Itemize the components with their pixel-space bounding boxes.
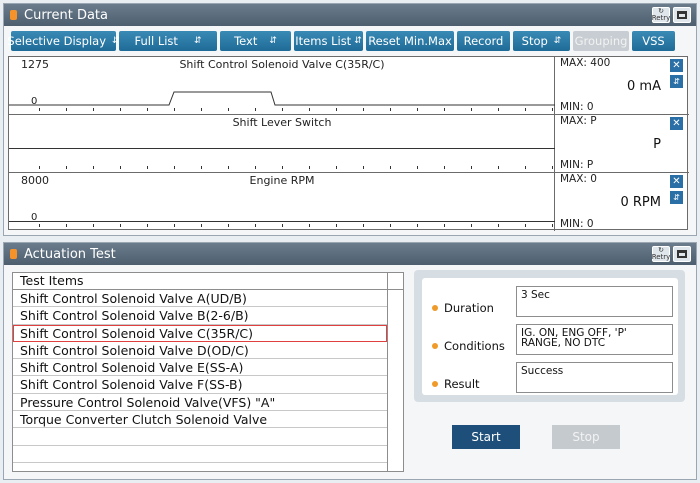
graph-max-value: MAX: P bbox=[560, 115, 597, 127]
graph-current-value: P bbox=[653, 137, 661, 152]
graph-trace bbox=[9, 221, 555, 222]
close-graph-button[interactable]: ✕ bbox=[670, 175, 683, 188]
retry-icon: ↻ Retry bbox=[651, 246, 671, 261]
updown-arrow-icon: ⇵ bbox=[553, 36, 562, 46]
graph-row: Shift Lever Switch MAX: P P MIN: P ✕ bbox=[9, 115, 689, 173]
graph-trace bbox=[9, 91, 555, 106]
test-info-box: Duration 3 Sec Conditions IG. ON, ENG OF… bbox=[414, 270, 685, 402]
graph-side-panel: MAX: P P MIN: P ✕ bbox=[556, 115, 689, 172]
list-item[interactable]: Shift Control Solenoid Valve B(2-6/B) bbox=[13, 307, 387, 325]
bullet-icon bbox=[432, 305, 438, 311]
panel-marker-icon bbox=[10, 249, 17, 259]
items-list-dropdown[interactable]: Items List ⇵ bbox=[294, 31, 363, 51]
conditions-label: Conditions bbox=[432, 339, 505, 353]
graph-min-value: MIN: 0 bbox=[560, 218, 594, 230]
list-item[interactable]: Shift Control Solenoid Valve A(UD/B) bbox=[13, 290, 387, 308]
current-data-title: Current Data bbox=[24, 7, 108, 23]
list-item[interactable]: Shift Control Solenoid Valve E(SS-A) bbox=[13, 359, 387, 377]
conditions-value: IG. ON, ENG OFF, 'P' RANGE, NO DTC bbox=[516, 324, 673, 355]
updown-arrow-icon: ⇵ bbox=[193, 36, 202, 46]
graph-title: Shift Lever Switch bbox=[232, 116, 332, 129]
close-graph-button[interactable]: ✕ bbox=[670, 59, 683, 72]
actuation-test-titlebar: Actuation Test ↻ Retry bbox=[4, 243, 696, 265]
test-items-header: Test Items bbox=[13, 273, 403, 290]
list-item[interactable]: Shift Control Solenoid Valve C(35R/C) bbox=[13, 324, 387, 342]
graph-plot: 1275 Shift Control Solenoid Valve C(35R/… bbox=[9, 57, 555, 114]
graph-area: 1275 Shift Control Solenoid Valve C(35R/… bbox=[8, 56, 689, 231]
list-item[interactable]: Shift Control Solenoid Valve F(SS-B) bbox=[13, 376, 387, 394]
current-data-titlebar: Current Data ↻ Retry bbox=[4, 4, 696, 26]
record-button[interactable]: Record bbox=[457, 31, 510, 51]
current-data-toolbar: Selective Display ⇵ Full List ⇵ Text ⇵ Item… bbox=[7, 31, 675, 51]
bullet-icon bbox=[432, 381, 438, 387]
list-item[interactable] bbox=[13, 446, 387, 463]
panel-marker-icon bbox=[10, 10, 17, 20]
updown-arrow-icon: ⇵ bbox=[354, 36, 362, 46]
text-dropdown[interactable]: Text ⇵ bbox=[220, 31, 291, 51]
stop-dropdown[interactable]: Stop ⇵ bbox=[513, 31, 570, 51]
move-graph-button[interactable]: ⇵ bbox=[670, 75, 683, 88]
graph-min-value: MIN: 0 bbox=[560, 101, 594, 113]
result-value: Success bbox=[516, 362, 673, 393]
graph-plot: 8000 Engine RPM 0 bbox=[9, 173, 555, 231]
graph-ticks bbox=[9, 166, 555, 170]
restore-button[interactable] bbox=[673, 7, 691, 23]
updown-arrow-icon: ⇵ bbox=[269, 36, 277, 46]
bullet-icon bbox=[432, 343, 438, 349]
duration-label: Duration bbox=[432, 301, 494, 315]
list-item[interactable] bbox=[13, 428, 387, 446]
selective-display-dropdown[interactable]: Selective Display ⇵ bbox=[7, 31, 120, 51]
retry-icon: ↻ Retry bbox=[651, 7, 671, 22]
list-item[interactable]: Pressure Control Solenoid Valve(VFS) "A" bbox=[13, 394, 387, 412]
graph-ticks bbox=[9, 224, 555, 228]
start-button[interactable]: Start bbox=[452, 425, 520, 449]
full-list-dropdown[interactable]: Full List ⇵ bbox=[119, 31, 217, 51]
actuation-test-title: Actuation Test bbox=[24, 246, 116, 262]
restore-icon bbox=[677, 250, 687, 258]
test-items-rows: Shift Control Solenoid Valve A(UD/B) Shif… bbox=[13, 290, 403, 463]
graph-plot: Shift Lever Switch bbox=[9, 115, 555, 172]
graph-max-value: MAX: 0 bbox=[560, 173, 597, 185]
grouping-button[interactable]: Grouping bbox=[573, 31, 629, 51]
reset-minmax-button[interactable]: Reset Min.Max bbox=[366, 31, 454, 51]
result-label: Result bbox=[432, 377, 480, 391]
graph-title: Engine RPM bbox=[249, 174, 315, 187]
graph-current-value: 0 mA bbox=[627, 79, 661, 94]
move-graph-button[interactable]: ⇵ bbox=[670, 191, 683, 204]
vss-button[interactable]: VSS bbox=[632, 31, 675, 51]
duration-value: 3 Sec bbox=[516, 286, 673, 317]
retry-button[interactable]: ↻ Retry bbox=[652, 7, 670, 23]
graph-max-value: MAX: 400 bbox=[560, 57, 611, 69]
list-item[interactable]: Shift Control Solenoid Valve D(OD/C) bbox=[13, 342, 387, 360]
restore-icon bbox=[677, 11, 687, 19]
stop-button[interactable]: Stop bbox=[552, 425, 620, 449]
graph-row: 1275 Shift Control Solenoid Valve C(35R/… bbox=[9, 57, 689, 115]
graph-side-panel: MAX: 400 0 mA MIN: 0 ✕ ⇵ bbox=[556, 57, 689, 114]
graph-ticks bbox=[9, 108, 555, 112]
graph-trace bbox=[9, 148, 555, 149]
graph-min-value: MIN: P bbox=[560, 159, 594, 171]
graph-current-value: 0 RPM bbox=[620, 195, 662, 210]
test-info-inner: Duration 3 Sec Conditions IG. ON, ENG OF… bbox=[422, 278, 678, 395]
close-graph-button[interactable]: ✕ bbox=[670, 117, 683, 130]
graph-row: 8000 Engine RPM 0 MAX: 0 0 RPM MIN: 0 ✕ … bbox=[9, 173, 689, 231]
list-item[interactable]: Torque Converter Clutch Solenoid Valve bbox=[13, 411, 387, 429]
restore-button[interactable] bbox=[673, 246, 691, 262]
graph-side-panel: MAX: 0 0 RPM MIN: 0 ✕ ⇵ bbox=[556, 173, 689, 231]
retry-button[interactable]: ↻ Retry bbox=[652, 246, 670, 262]
test-items-list: Test Items Shift Control Solenoid Valve … bbox=[12, 272, 404, 472]
